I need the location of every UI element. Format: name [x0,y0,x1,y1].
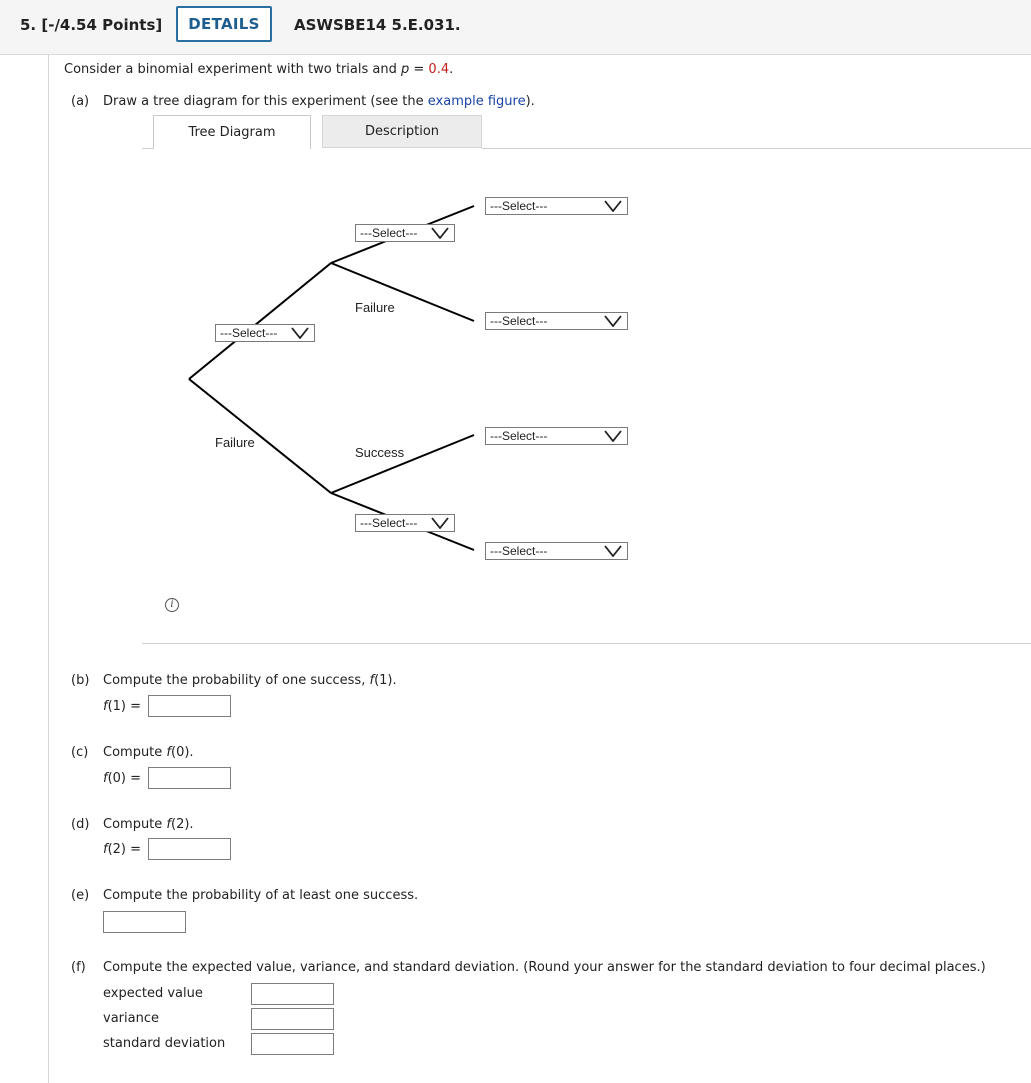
outcome-select-4[interactable]: ---Select--- [485,542,628,560]
variance-label: variance [103,1011,159,1026]
chevron-down-icon [604,200,622,212]
f0-label: f(0) = [103,771,142,786]
lower-second-select[interactable]: ---Select--- [355,514,455,532]
info-icon[interactable]: i [165,598,179,612]
part-c-text: Compute f(0). [103,745,194,760]
branch-lower-upper [330,434,475,494]
part-e-label: (e) [71,888,90,903]
expected-value-input[interactable] [251,983,334,1005]
first-lower-label: Failure [215,435,255,450]
part-f-label: (f) [71,960,86,975]
outcome-select-1[interactable]: ---Select--- [485,197,628,215]
f0-input[interactable] [148,767,231,789]
tree-bottom-rule [142,643,1031,644]
branch-first-upper [188,262,332,380]
lower-upper-label: Success [355,445,405,460]
at-least-one-input[interactable] [103,911,186,933]
part-c-label: (c) [71,745,89,760]
outcome-select-3[interactable]: ---Select--- [485,427,628,445]
chevron-down-icon [431,517,449,529]
expected-value-label: expected value [103,986,203,1001]
branch-first-lower [188,378,332,494]
standard-deviation-label: standard deviation [103,1036,226,1051]
chevron-down-icon [604,545,622,557]
upper-lower-label: Failure [355,300,395,315]
outcome-select-2[interactable]: ---Select--- [485,312,628,330]
chevron-down-icon [291,327,309,339]
f1-label: f(1) = [103,699,142,714]
part-e-text: Compute the probability of at least one … [103,888,419,903]
branch-upper-lower [330,262,475,322]
chevron-down-icon [604,315,622,327]
part-f-text: Compute the expected value, variance, an… [103,960,986,975]
variance-input[interactable] [251,1008,334,1030]
chevron-down-icon [431,227,449,239]
part-d-label: (d) [71,817,90,832]
f2-label: f(2) = [103,842,142,857]
standard-deviation-input[interactable] [251,1033,334,1055]
part-b-label: (b) [71,673,90,688]
f1-input[interactable] [148,695,231,717]
part-d-text: Compute f(2). [103,817,194,832]
chevron-down-icon [604,430,622,442]
upper-second-select[interactable]: ---Select--- [355,224,455,242]
tree-diagram [188,205,475,551]
f2-input[interactable] [148,838,231,860]
part-b-text: Compute the probability of one success, … [103,673,397,688]
first-branch-select[interactable]: ---Select--- [215,324,315,342]
